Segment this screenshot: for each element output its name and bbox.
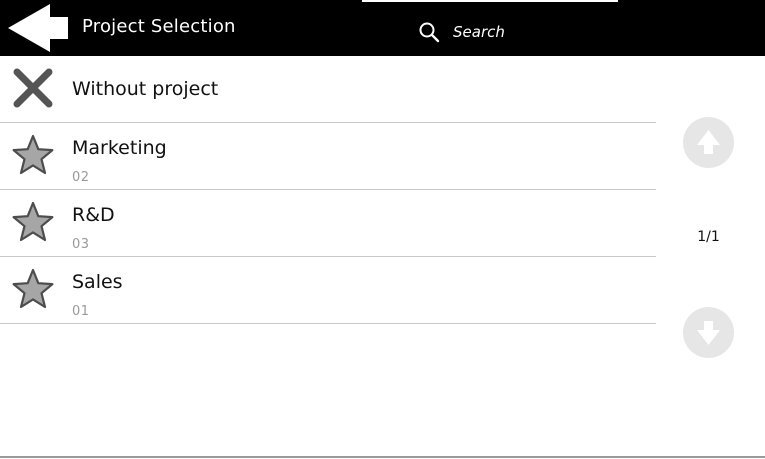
project-name: Sales: [72, 271, 123, 293]
bottom-divider: [0, 456, 765, 458]
project-code: 03: [72, 237, 90, 252]
arrow-up-icon: [697, 130, 720, 154]
star-icon: [12, 201, 54, 242]
list-item-without-project[interactable]: Without project: [0, 56, 656, 123]
project-name: Marketing: [72, 137, 167, 159]
list-item-sales[interactable]: Sales 01: [0, 257, 656, 324]
search-underline: [362, 0, 618, 2]
header-bar: Project Selection Search: [0, 0, 765, 56]
page-title: Project Selection: [82, 16, 236, 37]
list-item-rnd[interactable]: R&D 03: [0, 190, 656, 257]
project-code: 02: [72, 170, 90, 185]
close-icon: [13, 68, 53, 108]
project-selection-screen: Project Selection Search Without project…: [0, 0, 765, 459]
project-name: R&D: [72, 204, 115, 226]
project-code: 01: [72, 304, 90, 319]
search-placeholder: Search: [453, 23, 505, 41]
star-icon: [12, 268, 54, 309]
project-list: Without project Marketing 02 R&D 03 Sale…: [0, 56, 656, 324]
back-button[interactable]: [8, 4, 68, 52]
page-up-button[interactable]: [683, 117, 734, 168]
back-arrow-icon: [8, 4, 68, 52]
page-down-button[interactable]: [683, 307, 734, 358]
search-field[interactable]: Search: [362, 0, 618, 56]
star-icon: [12, 134, 54, 175]
page-indicator: 1/1: [697, 229, 720, 245]
arrow-down-icon: [697, 321, 720, 345]
list-item-marketing[interactable]: Marketing 02: [0, 123, 656, 190]
search-icon: [419, 22, 440, 43]
project-name: Without project: [72, 78, 219, 100]
